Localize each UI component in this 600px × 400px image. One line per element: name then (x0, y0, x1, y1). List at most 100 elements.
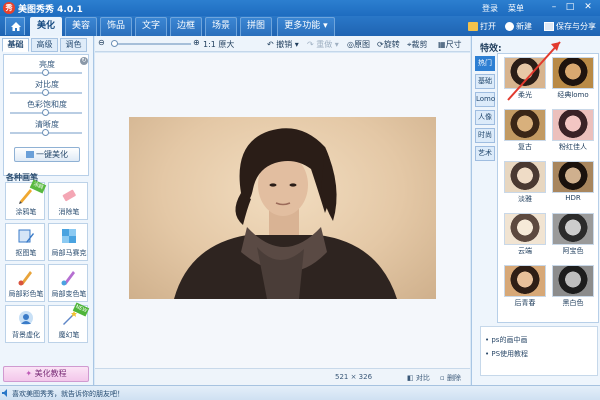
one-key-beautify-button[interactable]: 一键美化 (14, 147, 80, 162)
color-change-brush-button[interactable]: 局部变色笔 (48, 264, 88, 302)
brush-label: 消除笔 (58, 208, 80, 216)
menu-link[interactable]: 菜单 (508, 3, 524, 14)
effect-label: 后青春 (514, 299, 536, 307)
tab-more[interactable]: 更多功能 ▾ (277, 17, 335, 36)
brush-label: 局部马赛克 (51, 249, 87, 257)
tab-collage[interactable]: 拼图 (240, 17, 272, 36)
brush-label: 涂鸦笔 (15, 208, 37, 216)
effect-thumbnail[interactable]: 后青春 (504, 265, 546, 307)
doodle-pen-button[interactable]: 涂鸦 涂鸦笔 (5, 179, 47, 220)
effect-label: 柔光 (518, 91, 532, 99)
resize-button[interactable]: ▦尺寸 (438, 39, 462, 50)
actual-size-button[interactable]: 1:1 原大 (203, 39, 234, 50)
subtab-basic[interactable]: 基础 (2, 38, 29, 52)
main-tab-bar: 美化 美容 饰品 文字 边框 场景 拼图 更多功能 ▾ 打开 新建 保存与分享 (0, 16, 600, 36)
undo-button[interactable]: ↶ 撤销 ▾ (267, 39, 299, 50)
effect-preview (504, 213, 546, 245)
effect-thumbnail[interactable]: HDR (552, 161, 594, 202)
sharpness-slider-knob[interactable] (42, 129, 49, 136)
news-link[interactable]: • PS使用教程 (485, 349, 528, 359)
effect-category-hot[interactable]: 热门 (475, 56, 495, 71)
effect-thumbnail[interactable]: 云端 (504, 213, 546, 255)
effect-thumbnail[interactable]: 粉红佳人 (552, 109, 594, 151)
crop-button[interactable]: ⌖裁剪 (407, 39, 428, 50)
contrast-slider-knob[interactable] (42, 89, 49, 96)
sparkle-icon: ✦ (25, 369, 33, 378)
adjust-panel: ↻ 亮度 对比度 色彩饱和度 清晰度 一键美化 (3, 54, 89, 176)
news-link[interactable]: • ps的画中画 (485, 335, 527, 345)
tab-beauty[interactable]: 美容 (65, 17, 97, 36)
new-button[interactable]: 新建 (505, 19, 532, 34)
effect-preview (504, 161, 546, 193)
effect-preview (552, 213, 594, 245)
effect-thumbnail[interactable]: 淡雅 (504, 161, 546, 203)
home-icon (11, 22, 21, 31)
color-brush-button[interactable]: 局部彩色笔 (5, 264, 45, 302)
compare-button[interactable]: ◧ 对比 (407, 373, 430, 383)
delete-button[interactable]: ▫ 删除 (440, 373, 461, 383)
background-blur-button[interactable]: 背景虚化 (5, 305, 45, 343)
tab-frame[interactable]: 边框 (170, 17, 202, 36)
color-change-icon (61, 271, 75, 286)
effect-thumbnail[interactable]: 阿宝色 (552, 213, 594, 255)
cutout-pen-button[interactable]: 抠图笔 (5, 223, 45, 261)
effect-thumbnail[interactable]: 黑白色 (552, 265, 594, 307)
brightness-slider-knob[interactable] (42, 69, 49, 76)
rotate-icon: ⟳ (377, 40, 384, 49)
login-link[interactable]: 登录 (482, 3, 498, 14)
tab-accessories[interactable]: 饰品 (100, 17, 132, 36)
effect-category-portrait[interactable]: 人像 (475, 110, 495, 125)
tab-text[interactable]: 文字 (135, 17, 167, 36)
subtab-color[interactable]: 调色 (60, 38, 87, 52)
effect-label: 云端 (518, 247, 532, 255)
rotate-button[interactable]: ⟳旋转 (377, 39, 400, 50)
image-canvas[interactable] (95, 53, 470, 368)
effect-preview (504, 57, 546, 89)
effect-label: 淡雅 (518, 195, 532, 203)
save-share-button[interactable]: 保存与分享 (544, 19, 596, 34)
eraser-icon (62, 189, 76, 202)
maximize-icon[interactable]: □ (564, 2, 576, 13)
effect-thumbnail[interactable]: 复古 (504, 109, 546, 151)
tab-beautify[interactable]: 美化 (30, 17, 62, 36)
open-button[interactable]: 打开 (468, 19, 496, 34)
subtab-advanced[interactable]: 高级 (31, 38, 58, 52)
restore-button[interactable]: ◎原图 (347, 39, 370, 50)
magic-pen-button[interactable]: NEW 魔幻笔 (48, 302, 90, 343)
zoom-out-icon[interactable]: ⊖ (98, 38, 105, 47)
effect-thumbnail[interactable]: 经典lomo (552, 57, 594, 99)
effect-category-art[interactable]: 艺术 (475, 146, 495, 161)
app-title: 美图秀秀 4.0.1 (18, 5, 83, 15)
bottom-message[interactable]: 喜欢美图秀秀，就告诉你的朋友吧！ (12, 389, 124, 399)
effect-thumbnail[interactable]: 柔光 (504, 57, 546, 99)
cutout-pen-icon (18, 229, 34, 243)
effect-category-fashion[interactable]: 时尚 (475, 128, 495, 143)
brush-label: 局部彩色笔 (8, 290, 44, 298)
image-toolbar: ⊖ ⊕ 1:1 原大 ↶ 撤销 ▾ ↷ 重做 ▾ ◎原图 ⟳旋转 ⌖裁剪 ▦尺寸 (95, 36, 470, 52)
zoom-slider-knob[interactable] (111, 40, 118, 47)
eraser-pen-button[interactable]: 消除笔 (48, 182, 88, 220)
effect-label: 黑白色 (562, 299, 584, 307)
effect-label: 复古 (518, 143, 532, 151)
brush-label: 魔幻笔 (58, 331, 80, 339)
zoom-slider[interactable] (111, 43, 191, 45)
home-button[interactable] (5, 17, 25, 35)
zoom-in-icon[interactable]: ⊕ (193, 38, 200, 47)
left-panel: 基础 高级 调色 ↻ 亮度 对比度 色彩饱和度 清晰度 一键美化 各种画笔 涂鸦… (0, 36, 94, 385)
close-icon[interactable]: ✕ (582, 2, 594, 13)
brush-label: 背景虚化 (12, 331, 40, 339)
minimize-icon[interactable]: – (548, 2, 560, 13)
mosaic-brush-button[interactable]: 局部马赛克 (48, 223, 88, 261)
app-logo: 秀 (3, 2, 15, 14)
tab-scene[interactable]: 场景 (205, 17, 237, 36)
background-blur-icon (19, 311, 33, 325)
effect-preview (504, 265, 546, 297)
redo-button[interactable]: ↷ 重做 ▾ (307, 39, 339, 50)
effect-category-basic[interactable]: 基础 (475, 74, 495, 89)
effect-label: 粉红佳人 (559, 143, 587, 151)
resize-icon: ▦ (438, 40, 446, 49)
beautify-tutorial-button[interactable]: ✦ 美化教程 (3, 366, 89, 382)
effect-category-lomo[interactable]: Lomo (475, 92, 495, 107)
folder-icon (468, 22, 478, 31)
saturation-slider-knob[interactable] (42, 109, 49, 116)
